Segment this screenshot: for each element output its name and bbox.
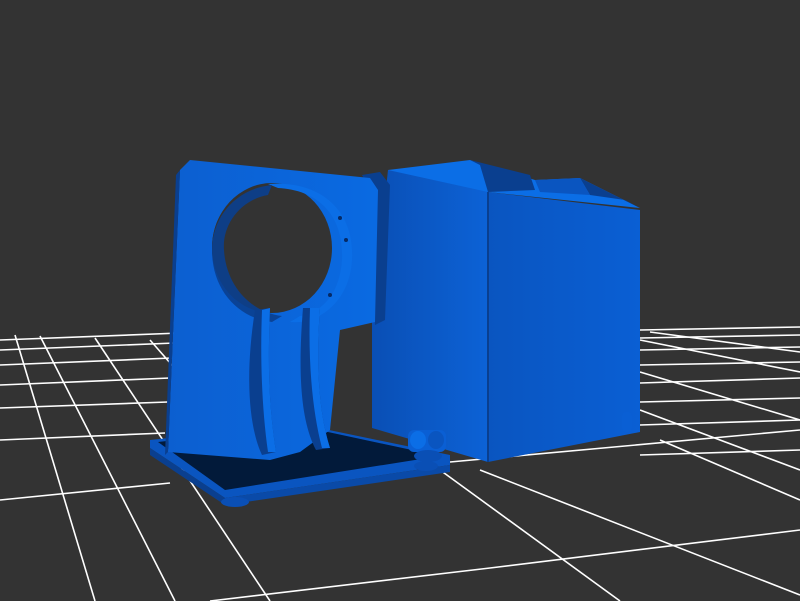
fan-duct-housing[interactable] bbox=[372, 160, 640, 462]
3d-viewport[interactable] bbox=[0, 0, 800, 601]
